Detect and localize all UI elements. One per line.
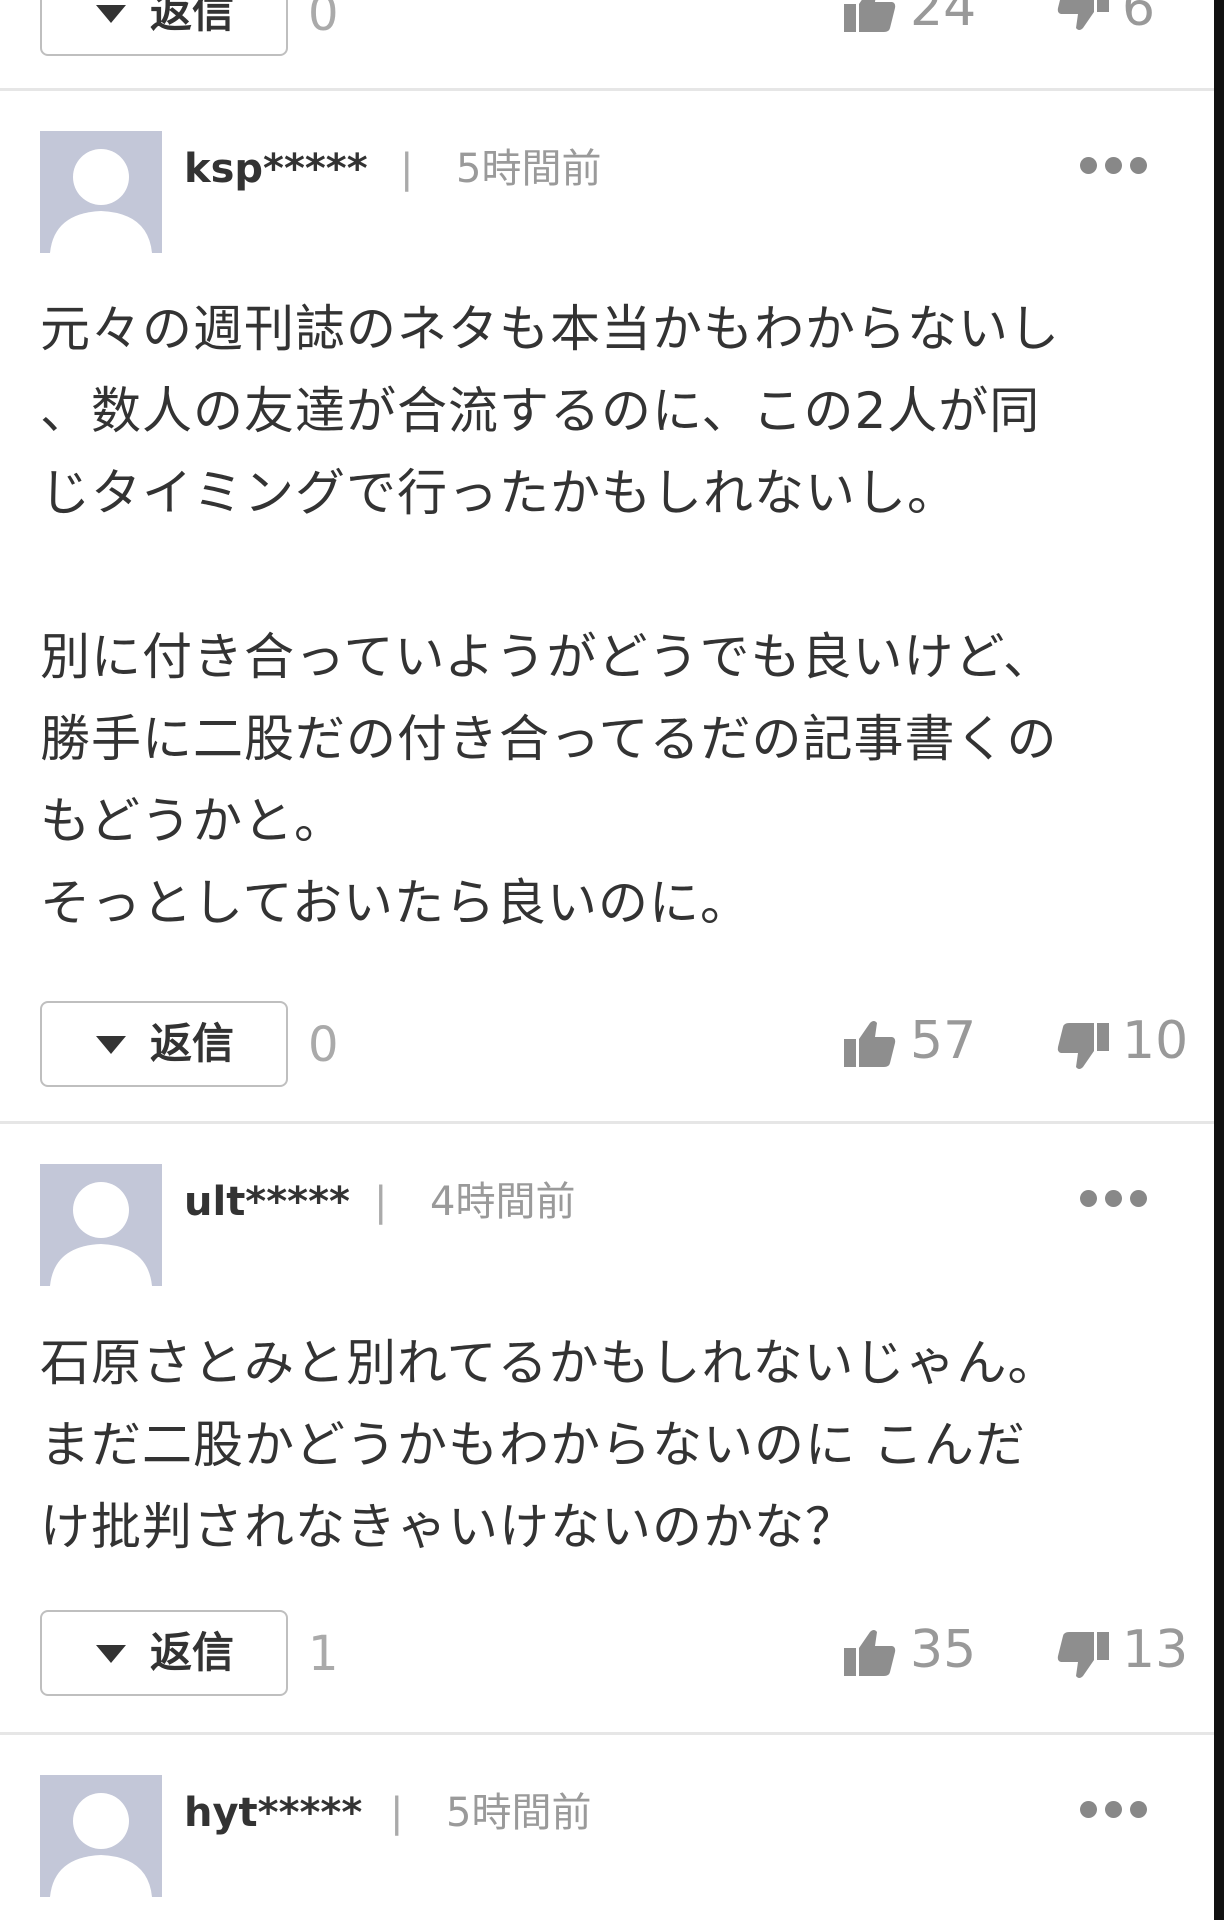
thumbs-up-icon[interactable] [844,0,896,32]
thumbs-up-icon[interactable] [844,1628,896,1676]
like-count: 24 [910,0,977,38]
caret-down-icon [96,1036,126,1054]
username[interactable]: ksp***** [184,145,368,193]
timestamp: 5時間前 [446,1790,592,1836]
thumbs-down-icon[interactable] [1057,1023,1109,1071]
avatar[interactable] [40,1164,162,1286]
reply-count: 0 [308,0,339,42]
reply-count: 0 [308,1017,339,1073]
comment-item: ksp***** | 5時間前 元々の週刊誌のネタも本当かもわからないし 、数人… [0,91,1214,1121]
more-options-icon[interactable] [1080,157,1160,181]
reply-button[interactable]: 返信 [40,0,288,56]
user-silhouette-icon [50,1182,152,1286]
timestamp: 5時間前 [456,146,602,192]
thumbs-down-icon[interactable] [1057,0,1109,32]
reply-label: 返信 [150,0,235,37]
more-options-icon[interactable] [1080,1801,1160,1825]
reply-label: 返信 [150,1019,235,1068]
thumbs-down-icon[interactable] [1057,1632,1109,1680]
thumbs-up-icon[interactable] [844,1019,896,1067]
like-count: 57 [910,1011,977,1071]
comment-body: 石原さとみと別れてるかもしれないじゃん。 まだ二股かどうかもわからないのに こん… [40,1334,1059,1556]
username[interactable]: ult***** [184,1178,350,1226]
separator: | [390,1790,404,1836]
reply-count: 1 [308,1626,339,1682]
separator: | [400,146,414,192]
separator: | [374,1179,388,1225]
reply-button[interactable]: 返信 [40,1001,288,1087]
window-edge [1214,0,1224,1920]
comment-item: hyt***** | 5時間前 [0,1735,1214,1920]
dislike-count: 10 [1122,1011,1189,1071]
comment-partial-top: 返信 0 24 6 [0,0,1214,90]
dislike-count: 6 [1122,0,1156,38]
more-options-icon[interactable] [1080,1190,1160,1214]
username[interactable]: hyt***** [184,1789,362,1837]
like-count: 35 [910,1620,977,1680]
comment-body: 元々の週刊誌のネタも本当かもわからないし 、数人の友達が合流するのに、この2人が… [40,300,1060,932]
caret-down-icon [96,1645,126,1663]
user-silhouette-icon [50,1793,152,1897]
comment-item: ult***** | 4時間前 石原さとみと別れてるかもしれないじゃん。 まだ二… [0,1124,1214,1732]
avatar[interactable] [40,131,162,253]
reply-label: 返信 [150,1628,235,1677]
user-silhouette-icon [50,149,152,253]
caret-down-icon [96,5,126,23]
avatar[interactable] [40,1775,162,1897]
timestamp: 4時間前 [430,1179,576,1225]
reply-button[interactable]: 返信 [40,1610,288,1696]
dislike-count: 13 [1122,1620,1189,1680]
